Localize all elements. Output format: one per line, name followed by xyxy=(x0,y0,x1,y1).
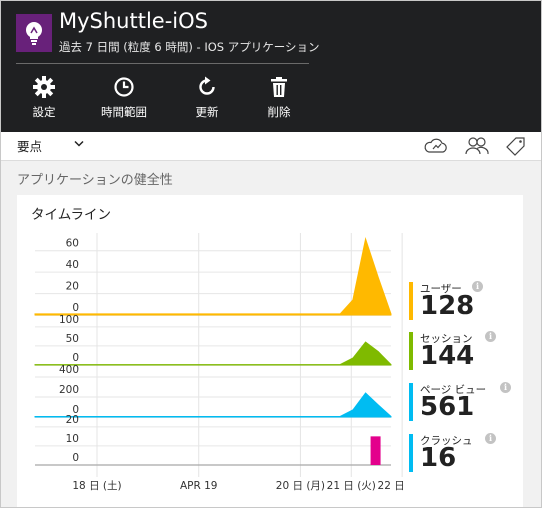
refresh-icon xyxy=(199,76,215,95)
app-blade: MyShuttle-iOS 過去 7 日間 (粒度 6 時間) - IOS アプ… xyxy=(0,0,542,508)
clock-icon xyxy=(114,77,134,97)
cloud-analytics-button[interactable] xyxy=(423,135,449,157)
x-tick-label: 21 日 (火) xyxy=(327,480,376,492)
y-tick-label: 0 xyxy=(72,302,79,314)
metric-color-bar xyxy=(409,332,413,370)
tag-icon xyxy=(506,137,525,156)
x-tick-label: 18 日 (土) xyxy=(72,479,121,492)
y-tick-label: 60 xyxy=(66,238,79,250)
refresh-label: 更新 xyxy=(195,105,219,119)
tag-button[interactable] xyxy=(503,135,529,157)
settings-label: 設定 xyxy=(32,105,56,119)
metric-crashes[interactable]: クラッシュ i 16 xyxy=(409,433,521,474)
y-tick-label: 100 xyxy=(59,314,79,326)
chevron-down-icon xyxy=(74,140,84,147)
section-title: アプリケーションの健全性 xyxy=(17,173,173,188)
info-icon[interactable]: i xyxy=(500,382,511,393)
metric-value: 16 xyxy=(420,443,457,473)
app-title: MyShuttle-iOS xyxy=(59,9,208,33)
metric-value: 144 xyxy=(420,341,475,371)
users-icon xyxy=(465,137,489,155)
metric-color-bar xyxy=(409,282,413,320)
y-tick-label: 400 xyxy=(59,364,79,376)
refresh-button[interactable]: 更新 xyxy=(172,74,242,122)
metric-color-bar xyxy=(409,434,413,472)
metric-value: 128 xyxy=(420,291,475,321)
x-tick-label: 22 日 (水) xyxy=(378,480,407,492)
y-tick-label: 50 xyxy=(66,333,79,345)
info-icon[interactable]: i xyxy=(485,331,496,342)
blade-command-row: 要点 xyxy=(1,132,541,161)
settings-button[interactable]: 設定 xyxy=(9,74,79,122)
header-divider xyxy=(16,63,309,64)
y-tick-label: 0 xyxy=(72,452,79,464)
time-range-button[interactable]: 時間範囲 xyxy=(89,74,159,122)
delete-button[interactable]: 削除 xyxy=(244,74,314,122)
cloud-analytics-icon xyxy=(424,138,447,153)
x-tick-label: 20 日 (月) xyxy=(276,480,325,492)
bar-crashes xyxy=(370,436,381,465)
timeline-tile[interactable]: タイムライン 60 40 20 0 100 50 0 400 200 0 20 10 0 18 日 (土)… xyxy=(17,195,523,507)
x-tick-label: APR 19 xyxy=(180,480,218,492)
blade-header: MyShuttle-iOS 過去 7 日間 (粒度 6 時間) - IOS アプ… xyxy=(1,1,541,132)
metric-value: 561 xyxy=(420,392,475,422)
y-tick-label: 200 xyxy=(59,384,79,396)
blade-content: アプリケーションの健全性 タイムライン 60 40 20 0 100 50 0 400 200 0… xyxy=(1,161,541,507)
app-subtitle: 過去 7 日間 (粒度 6 時間) - IOS アプリケーション xyxy=(59,40,320,54)
y-tick-label: 40 xyxy=(66,259,79,271)
summary-dropdown[interactable]: 要点 xyxy=(17,136,84,156)
delete-label: 削除 xyxy=(267,105,291,119)
metric-sessions[interactable]: セッション i 144 xyxy=(409,331,521,372)
metric-page-views[interactable]: ページ ビュー i 561 xyxy=(409,382,521,423)
trash-icon xyxy=(271,77,287,97)
timeline-chart: 604020010050040020002010018 日 (土) APR 19 2… xyxy=(34,233,407,492)
y-tick-label: 20 xyxy=(66,281,79,293)
gear-icon xyxy=(33,76,55,98)
metric-color-bar xyxy=(409,383,413,421)
time-range-label: 時間範囲 xyxy=(101,105,147,119)
y-tick-label: 20 xyxy=(66,414,79,426)
y-tick-label: 0 xyxy=(72,352,79,364)
users-button[interactable] xyxy=(464,135,490,157)
metric-users[interactable]: ユーザー i 128 xyxy=(409,281,521,322)
app-bulb-icon xyxy=(16,14,52,52)
info-icon[interactable]: i xyxy=(485,433,496,444)
summary-dropdown-label: 要点 xyxy=(17,139,43,154)
y-tick-label: 10 xyxy=(66,433,79,445)
